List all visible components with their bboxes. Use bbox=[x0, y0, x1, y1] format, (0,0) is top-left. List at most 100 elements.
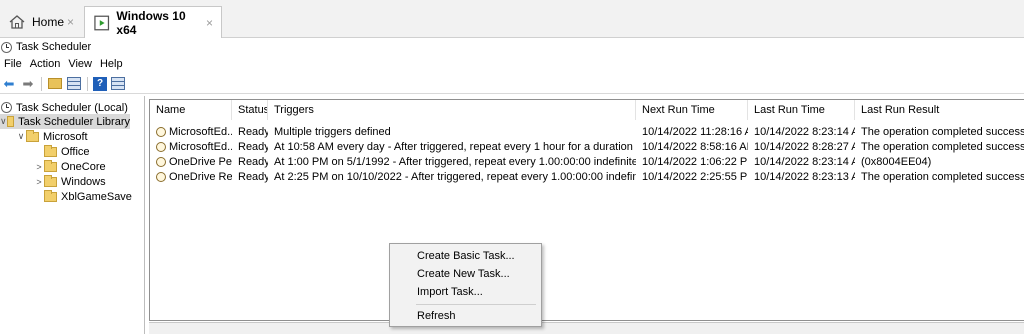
task-name: OneDrive Re... bbox=[169, 170, 232, 183]
task-next-run-time: 10/14/2022 2:25:55 PM bbox=[642, 170, 748, 183]
column-header-triggers[interactable]: Triggers bbox=[268, 100, 636, 120]
up-folder-icon[interactable] bbox=[48, 78, 62, 89]
tree-item-office[interactable]: Office bbox=[34, 144, 90, 159]
column-header-next-run-time[interactable]: Next Run Time bbox=[636, 100, 748, 120]
menu-action[interactable]: Action bbox=[26, 58, 65, 70]
tree-item-xblgamesave[interactable]: XblGameSave bbox=[34, 189, 132, 204]
column-header-name[interactable]: Name bbox=[150, 100, 232, 120]
task-next-run-time: 10/14/2022 1:06:22 PM bbox=[642, 155, 748, 168]
tab-vm-close-icon[interactable]: × bbox=[206, 16, 213, 30]
table-row[interactable]: MicrosoftEd... Ready At 10:58 AM every d… bbox=[150, 139, 1024, 154]
window-title: Task Scheduler bbox=[16, 41, 92, 53]
lower-pane-edge bbox=[149, 322, 1024, 334]
task-last-run-result: The operation completed successfully. bbox=[861, 140, 1024, 153]
menu-view[interactable]: View bbox=[64, 58, 96, 70]
folder-icon bbox=[44, 189, 57, 202]
home-icon bbox=[9, 15, 25, 29]
back-arrow-icon[interactable]: ⬅ bbox=[1, 76, 17, 92]
tree-item-microsoft[interactable]: ∨ Microsoft bbox=[16, 129, 88, 144]
menu-item-import-task[interactable]: Import Task... bbox=[390, 283, 541, 301]
task-triggers: At 10:58 AM every day - After triggered,… bbox=[274, 140, 636, 153]
library-folder-icon bbox=[6, 116, 15, 127]
show-hide-console-tree-icon[interactable] bbox=[67, 77, 81, 90]
task-name: OneDrive Pe... bbox=[169, 155, 232, 168]
task-icon bbox=[156, 126, 166, 137]
task-icon bbox=[156, 156, 166, 167]
chevron-down-icon[interactable]: ∨ bbox=[0, 116, 7, 127]
task-status: Ready bbox=[238, 140, 268, 153]
task-last-run-time: 10/14/2022 8:23:14 AM bbox=[754, 155, 855, 168]
menu-item-refresh[interactable]: Refresh bbox=[390, 307, 541, 325]
task-name-cell: OneDrive Re... bbox=[150, 169, 232, 184]
chevron-down-icon[interactable]: ∨ bbox=[16, 131, 26, 142]
task-status: Ready bbox=[238, 125, 268, 138]
task-name-cell: MicrosoftEd... bbox=[150, 139, 232, 154]
tab-home[interactable]: Home × bbox=[0, 6, 82, 38]
tree-item-task-scheduler-library[interactable]: ∨ Task Scheduler Library bbox=[0, 114, 130, 129]
tab-home-close-icon[interactable]: × bbox=[67, 15, 74, 29]
tab-windows-10-x64[interactable]: Windows 10 x64 × bbox=[84, 6, 222, 38]
table-row[interactable]: MicrosoftEd... Ready Multiple triggers d… bbox=[150, 124, 1024, 139]
task-last-run-time: 10/14/2022 8:23:13 AM bbox=[754, 170, 855, 183]
task-scheduler-icon bbox=[1, 41, 12, 53]
task-list: Name Status Triggers Next Run Time Last … bbox=[149, 99, 1024, 321]
folder-icon bbox=[44, 174, 57, 187]
tree-item-label: XblGameSave bbox=[61, 190, 132, 203]
tree-item-label: Windows bbox=[61, 175, 106, 188]
task-name-cell: MicrosoftEd... bbox=[150, 124, 232, 139]
task-status: Ready bbox=[238, 155, 268, 168]
task-last-run-time: 10/14/2022 8:28:27 AM bbox=[754, 140, 855, 153]
tab-home-label: Home bbox=[32, 15, 65, 29]
task-name: MicrosoftEd... bbox=[169, 125, 232, 138]
tree-item-label: OneCore bbox=[61, 160, 106, 173]
tree-item-task-scheduler-local[interactable]: Task Scheduler (Local) bbox=[1, 100, 128, 115]
tree-item-label: Microsoft bbox=[43, 130, 88, 143]
vm-running-icon bbox=[94, 15, 110, 30]
toolbar: ⬅ ➡ ? bbox=[0, 74, 1024, 94]
folder-icon bbox=[44, 159, 57, 172]
task-next-run-time: 10/14/2022 8:58:16 AM bbox=[642, 140, 748, 153]
toolbar-separator bbox=[87, 76, 88, 91]
tree-item-label: Task Scheduler (Local) bbox=[16, 101, 128, 114]
menu-item-create-new-task[interactable]: Create New Task... bbox=[390, 265, 541, 283]
chevron-right-icon[interactable]: > bbox=[34, 177, 44, 187]
menu-help[interactable]: Help bbox=[96, 58, 127, 70]
task-last-run-time: 10/14/2022 8:23:14 AM bbox=[754, 125, 855, 138]
table-row[interactable]: OneDrive Pe... Ready At 1:00 PM on 5/1/1… bbox=[150, 154, 1024, 169]
column-header-last-run-time[interactable]: Last Run Time bbox=[748, 100, 855, 120]
menu-file[interactable]: File bbox=[0, 58, 26, 70]
toolbar-separator bbox=[41, 76, 42, 91]
vm-tab-strip: Home × Windows 10 x64 × bbox=[0, 0, 1024, 38]
tree-item-windows[interactable]: > Windows bbox=[34, 174, 106, 189]
tab-vm-label: Windows 10 x64 bbox=[116, 8, 186, 37]
folder-icon bbox=[26, 129, 39, 142]
console-tree: Task Scheduler (Local) ∨ Task Scheduler … bbox=[0, 96, 145, 334]
task-triggers: At 1:00 PM on 5/1/1992 - After triggered… bbox=[274, 155, 636, 168]
forward-arrow-icon[interactable]: ➡ bbox=[20, 76, 36, 92]
menu-item-create-basic-task[interactable]: Create Basic Task... bbox=[390, 247, 541, 265]
task-icon bbox=[156, 171, 166, 182]
show-hide-action-pane-icon[interactable] bbox=[111, 77, 125, 90]
task-triggers: At 2:25 PM on 10/10/2022 - After trigger… bbox=[274, 170, 636, 183]
folder-icon bbox=[44, 144, 57, 157]
window-title-bar: Task Scheduler bbox=[0, 39, 91, 55]
menu-separator bbox=[416, 304, 536, 305]
tree-item-onecore[interactable]: > OneCore bbox=[34, 159, 106, 174]
context-menu: Create Basic Task... Create New Task... … bbox=[389, 243, 542, 327]
task-name-cell: OneDrive Pe... bbox=[150, 154, 232, 169]
column-header-last-run-result[interactable]: Last Run Result bbox=[855, 100, 1024, 120]
task-scheduler-icon bbox=[1, 102, 12, 113]
menu-bar: File Action View Help bbox=[0, 56, 127, 72]
table-row[interactable]: OneDrive Re... Ready At 2:25 PM on 10/10… bbox=[150, 169, 1024, 184]
chevron-right-icon[interactable]: > bbox=[34, 162, 44, 172]
tree-item-label: Task Scheduler Library bbox=[18, 115, 130, 128]
tree-item-label: Office bbox=[61, 145, 90, 158]
task-status: Ready bbox=[238, 170, 268, 183]
task-icon bbox=[156, 141, 166, 152]
task-last-run-result: (0x8004EE04) bbox=[861, 155, 932, 168]
task-last-run-result: The operation completed successfully. bbox=[861, 170, 1024, 183]
help-icon[interactable]: ? bbox=[93, 76, 107, 91]
column-header-status[interactable]: Status bbox=[232, 100, 268, 120]
task-next-run-time: 10/14/2022 11:28:16 AM bbox=[642, 125, 748, 138]
task-last-run-result: The operation completed successfully. bbox=[861, 125, 1024, 138]
